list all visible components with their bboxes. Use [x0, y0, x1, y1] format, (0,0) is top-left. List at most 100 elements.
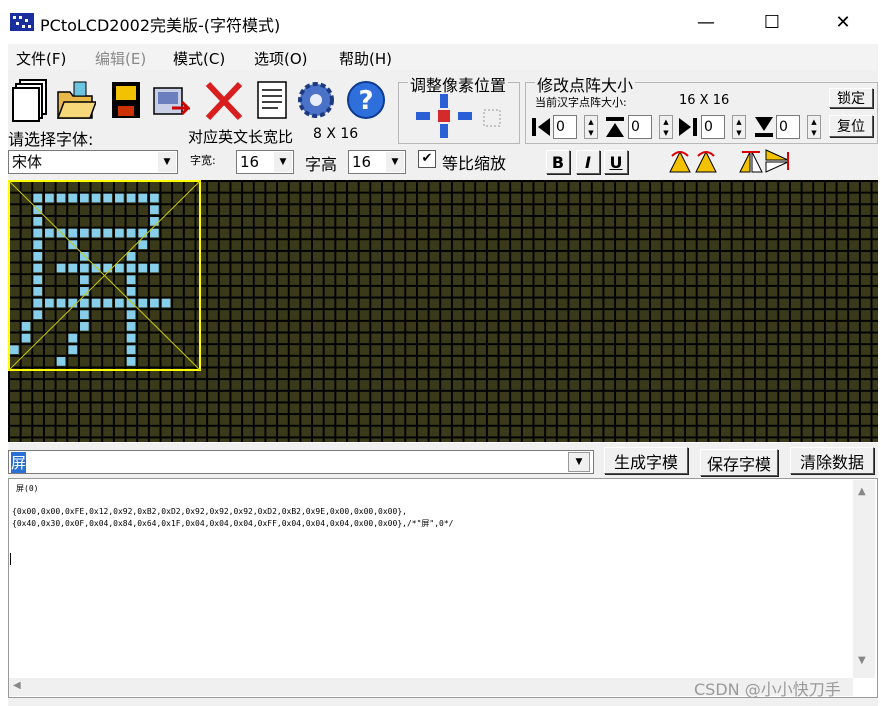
lit-pixel[interactable]: [126, 275, 136, 285]
lit-pixel[interactable]: [21, 322, 31, 331]
lit-pixel[interactable]: [80, 287, 89, 296]
lit-pixel[interactable]: [91, 298, 101, 308]
char-width-select[interactable]: 16 ▼: [236, 150, 294, 174]
lit-pixel[interactable]: [33, 298, 43, 308]
bold-button[interactable]: B: [546, 150, 570, 174]
lit-pixel[interactable]: [150, 228, 159, 238]
spin-bottom-buttons[interactable]: ▲ ▼: [807, 115, 821, 139]
lit-pixel[interactable]: [56, 263, 66, 273]
lit-pixel[interactable]: [68, 263, 78, 273]
lit-pixel[interactable]: [10, 345, 19, 355]
lock-button[interactable]: 锁定: [829, 88, 873, 108]
lit-pixel[interactable]: [68, 333, 78, 343]
spin-left-value[interactable]: 0: [553, 115, 577, 139]
spin-right-buttons[interactable]: ▲ ▼: [732, 115, 746, 139]
lit-pixel[interactable]: [33, 275, 43, 285]
lit-pixel[interactable]: [161, 298, 171, 308]
menu-options[interactable]: 选项(O): [254, 48, 308, 69]
lit-pixel[interactable]: [103, 193, 113, 203]
scroll-left-icon[interactable]: ◀: [13, 680, 21, 691]
lit-pixel[interactable]: [21, 333, 31, 343]
lit-pixel[interactable]: [80, 298, 89, 308]
help-question-icon[interactable]: ?: [346, 78, 386, 122]
lit-pixel[interactable]: [45, 228, 54, 238]
lit-pixel[interactable]: [126, 322, 136, 331]
flip-vertical-icon[interactable]: [764, 148, 790, 174]
rotate-left-icon[interactable]: [668, 148, 694, 174]
menu-file[interactable]: 文件(F): [16, 48, 66, 69]
lit-pixel[interactable]: [150, 263, 159, 273]
spin-left-buttons[interactable]: ▲ ▼: [584, 115, 598, 139]
minimize-button[interactable]: —: [675, 0, 737, 44]
lit-pixel[interactable]: [45, 298, 54, 308]
lit-pixel[interactable]: [80, 263, 89, 273]
lit-pixel[interactable]: [33, 240, 43, 250]
lit-pixel[interactable]: [126, 228, 136, 238]
lit-pixel[interactable]: [126, 193, 136, 203]
lit-pixel[interactable]: [150, 217, 159, 226]
lit-pixel[interactable]: [80, 193, 89, 203]
save-disk-icon[interactable]: [106, 78, 146, 122]
lit-pixel[interactable]: [33, 287, 43, 296]
save-font-button[interactable]: 保存字模: [700, 449, 778, 476]
open-folder-icon[interactable]: [56, 78, 96, 122]
lit-pixel[interactable]: [115, 193, 124, 203]
lit-pixel[interactable]: [80, 252, 89, 261]
scroll-down-icon[interactable]: ▼: [858, 655, 866, 666]
lit-pixel[interactable]: [56, 298, 66, 308]
close-button[interactable]: ✕: [812, 0, 874, 44]
lit-pixel[interactable]: [80, 275, 89, 285]
lit-pixel[interactable]: [80, 322, 89, 331]
lit-pixel[interactable]: [150, 298, 159, 308]
pixel-shift-arrows-icon[interactable]: [412, 92, 476, 140]
lit-pixel[interactable]: [150, 193, 159, 203]
lit-pixel[interactable]: [68, 193, 78, 203]
lit-pixel[interactable]: [91, 263, 101, 273]
lit-pixel[interactable]: [33, 193, 43, 203]
underline-button[interactable]: U: [604, 150, 628, 174]
char-height-select[interactable]: 16 ▼: [348, 150, 406, 174]
lit-pixel[interactable]: [126, 287, 136, 296]
proportional-checkbox[interactable]: ✔: [418, 150, 436, 168]
lit-pixel[interactable]: [91, 193, 101, 203]
lit-pixel[interactable]: [80, 310, 89, 320]
settings-gear-icon[interactable]: [296, 78, 336, 122]
spin-right-value[interactable]: 0: [701, 115, 725, 139]
spin-bottom-value[interactable]: 0: [776, 115, 800, 139]
italic-button[interactable]: I: [576, 150, 600, 174]
chevron-down-icon[interactable]: ▼: [568, 452, 590, 472]
lit-pixel[interactable]: [126, 252, 136, 261]
lit-pixel[interactable]: [103, 298, 113, 308]
lit-pixel[interactable]: [68, 298, 78, 308]
flip-horizontal-icon[interactable]: [738, 148, 764, 174]
lit-pixel[interactable]: [115, 263, 124, 273]
export-icon[interactable]: [150, 78, 190, 122]
scroll-up-icon[interactable]: ▲: [858, 486, 866, 497]
lit-pixel[interactable]: [138, 263, 148, 273]
lit-pixel[interactable]: [115, 298, 124, 308]
lit-pixel[interactable]: [45, 193, 54, 203]
lit-pixel[interactable]: [138, 228, 148, 238]
lit-pixel[interactable]: [33, 263, 43, 273]
lit-pixel[interactable]: [68, 345, 78, 355]
lit-pixel[interactable]: [33, 228, 43, 238]
lit-pixel[interactable]: [115, 228, 124, 238]
lit-pixel[interactable]: [150, 205, 159, 215]
character-glyph[interactable]: [8, 180, 202, 372]
lit-pixel[interactable]: [138, 193, 148, 203]
spin-top-buttons[interactable]: ▲ ▼: [659, 115, 673, 139]
lit-pixel[interactable]: [126, 310, 136, 320]
maximize-button[interactable]: ☐: [741, 0, 803, 44]
lit-pixel[interactable]: [126, 263, 136, 273]
lit-pixel[interactable]: [138, 298, 148, 308]
delete-x-icon[interactable]: [204, 78, 244, 122]
lit-pixel[interactable]: [68, 228, 78, 238]
lit-pixel[interactable]: [56, 193, 66, 203]
lit-pixel[interactable]: [103, 263, 113, 273]
lit-pixel[interactable]: [91, 228, 101, 238]
lit-pixel[interactable]: [80, 228, 89, 238]
vertical-scrollbar[interactable]: ▲ ▼: [853, 480, 875, 678]
center-box-icon[interactable]: [480, 106, 504, 130]
spin-top-value[interactable]: 0: [628, 115, 652, 139]
lit-pixel[interactable]: [33, 310, 43, 320]
